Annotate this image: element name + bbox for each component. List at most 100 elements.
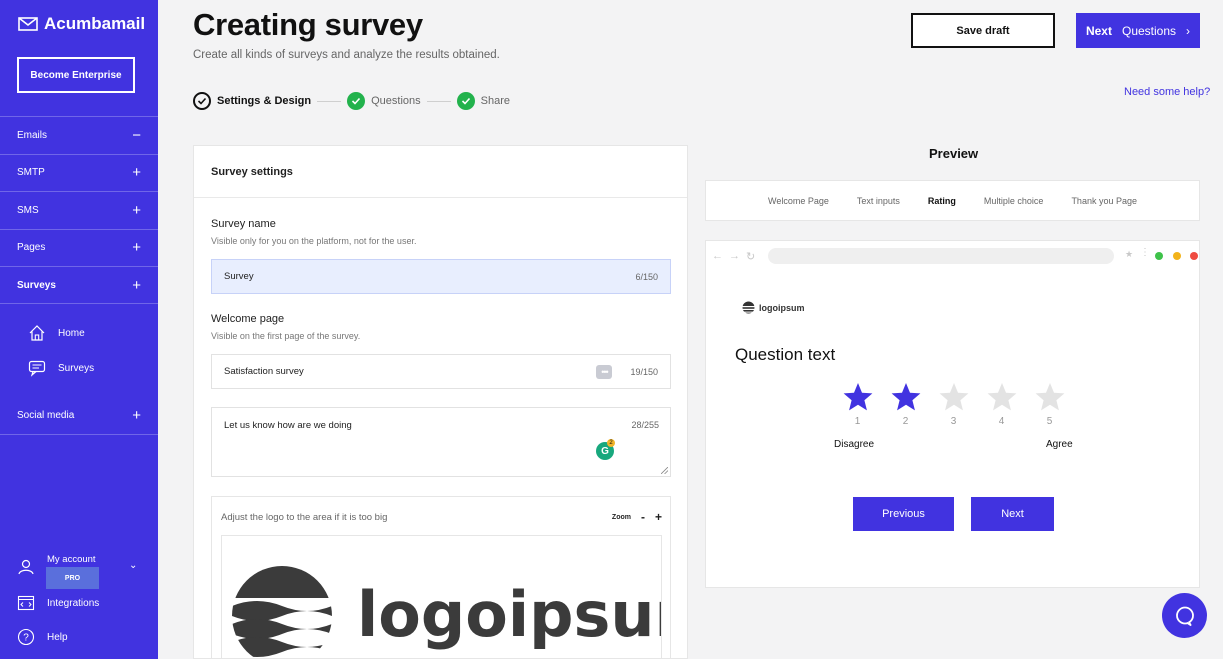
rating-option[interactable]: 1 [841, 381, 874, 427]
logo-crop-area[interactable]: logoipsum [221, 535, 662, 658]
preview-logo: logoipsum [742, 301, 805, 314]
next-button[interactable]: Next [971, 497, 1054, 531]
star-rating: 1 2 3 4 5 [841, 381, 1066, 427]
sidebar-item-emails[interactable]: Emails − [0, 116, 158, 154]
expand-icon: + [132, 407, 141, 424]
preview-logo-text: logoipsum [759, 302, 805, 313]
subnav-item-label: Surveys [58, 362, 95, 374]
sidebar-nav: Emails − SMTP + SMS + Pages + Surveys + [0, 116, 158, 304]
rating-number: 4 [998, 416, 1005, 427]
scale-high-label: Agree [1046, 439, 1073, 450]
step-settings-design[interactable]: Settings & Design [193, 92, 311, 110]
support-chat-button[interactable] [1162, 593, 1207, 638]
step-share[interactable]: Share [456, 92, 511, 110]
next-target-label: Questions [1121, 23, 1177, 38]
sidebar-item-sms[interactable]: SMS + [0, 191, 158, 229]
zoom-in-button[interactable]: + [655, 510, 662, 524]
next-questions-button[interactable]: Next Questions › [1076, 13, 1200, 48]
resize-handle-icon[interactable] [661, 467, 668, 474]
forward-arrow-icon: → [729, 249, 740, 262]
welcome-title-input[interactable]: Satisfaction survey ••• 19/150 [211, 354, 671, 389]
previous-button[interactable]: Previous [853, 497, 954, 531]
zoom-controls: Zoom - + [612, 510, 662, 524]
welcome-title-value: Satisfaction survey [224, 366, 304, 377]
char-count: 28/255 [631, 420, 659, 430]
check-circle-icon [193, 92, 211, 110]
step-label: Share [480, 95, 511, 107]
step-connector [317, 100, 342, 102]
rating-number: 3 [950, 416, 957, 427]
integrations-link[interactable]: Integrations [17, 594, 99, 612]
survey-name-input[interactable]: Survey 6/150 [211, 259, 671, 294]
integrations-label: Integrations [47, 597, 100, 609]
plan-badge: PRO [46, 567, 99, 589]
chevron-right-icon: › [1186, 23, 1191, 38]
tab-rating[interactable]: Rating [928, 196, 956, 206]
sidebar: Acumbamail Become Enterprise Emails − SM… [0, 0, 158, 659]
tab-thank-you-page[interactable]: Thank you Page [1071, 196, 1137, 206]
url-bar [768, 248, 1114, 264]
my-account-label: My account [47, 554, 96, 565]
home-icon [29, 325, 45, 341]
window-dot-green-icon [1155, 252, 1163, 260]
preview-title: Preview [929, 146, 979, 161]
rating-option[interactable]: 2 [889, 381, 922, 427]
char-count: 6/150 [635, 271, 658, 282]
preview-browser-frame: ← → ↻ ★ ⋮ logoipsum Question text 1 2 3 … [705, 240, 1200, 588]
sidebar-item-surveys[interactable]: Surveys + [0, 266, 158, 304]
brand[interactable]: Acumbamail [18, 14, 145, 34]
welcome-page-label: Welcome page [211, 313, 285, 325]
survey-settings-panel: Survey settings Survey name Visible only… [193, 145, 688, 659]
question-text: Question text [735, 345, 836, 364]
sidebar-item-label: Surveys [17, 279, 56, 291]
rating-number: 1 [854, 416, 861, 427]
grammarly-count: 2 [607, 439, 615, 447]
step-label: Questions [371, 95, 421, 107]
star-icon [939, 383, 968, 411]
chat-bubble-icon [1175, 606, 1194, 626]
progress-stepper: Settings & Design Questions Share [193, 92, 510, 110]
sidebar-item-pages[interactable]: Pages + [0, 228, 158, 267]
more-options-icon[interactable]: ••• [596, 364, 613, 379]
sidebar-item-social-media[interactable]: Social media + [0, 397, 158, 435]
step-questions[interactable]: Questions [347, 92, 421, 110]
rating-option[interactable]: 3 [937, 381, 970, 427]
subnav-item-surveys[interactable]: Surveys [28, 359, 94, 377]
char-count: 19/150 [630, 366, 658, 377]
logoipsum-logo: logoipsum [232, 566, 661, 657]
step-label: Settings & Design [217, 95, 312, 107]
zoom-out-button[interactable]: - [641, 510, 645, 524]
save-draft-button[interactable]: Save draft [911, 13, 1055, 48]
rating-option[interactable]: 4 [985, 381, 1018, 427]
become-enterprise-button[interactable]: Become Enterprise [17, 57, 135, 93]
scale-low-label: Disagree [834, 439, 875, 450]
welcome-page-hint: Visible on the first page of the survey. [211, 331, 361, 341]
window-dot-red-icon [1190, 252, 1198, 260]
logo-hint: Adjust the logo to the area if it is too… [221, 512, 388, 523]
subnav-item-label: Home [58, 327, 85, 339]
page-title: Creating survey [193, 7, 423, 42]
need-help-link[interactable]: Need some help? [1124, 86, 1210, 98]
page-subtitle: Create all kinds of surveys and analyze … [193, 49, 500, 61]
help-link[interactable]: ? Help [17, 628, 68, 646]
subnav-item-home[interactable]: Home [28, 324, 85, 342]
welcome-body-value: Let us know how are we doing [224, 420, 352, 431]
welcome-body-textarea[interactable]: Let us know how are we doing 28/255 G 2 [211, 407, 671, 477]
expand-icon: + [132, 164, 141, 182]
sidebar-item-label: Emails [17, 129, 48, 141]
help-label: Help [47, 631, 68, 643]
check-circle-icon [347, 92, 366, 110]
survey-name-hint: Visible only for you on the platform, no… [211, 236, 417, 246]
tab-welcome-page[interactable]: Welcome Page [768, 196, 829, 206]
tab-text-inputs[interactable]: Text inputs [857, 196, 900, 206]
tab-multiple-choice[interactable]: Multiple choice [984, 196, 1044, 206]
logo-editor: Adjust the logo to the area if it is too… [211, 496, 671, 658]
rating-number: 5 [1046, 416, 1053, 427]
collapse-icon: − [132, 126, 141, 144]
survey-name-value: Survey [224, 271, 254, 282]
rating-option[interactable]: 5 [1033, 381, 1066, 427]
chevron-down-icon[interactable]: ⌄ [129, 560, 137, 571]
rating-number: 2 [902, 416, 909, 427]
star-icon [843, 383, 872, 411]
sidebar-item-smtp[interactable]: SMTP + [0, 153, 158, 192]
